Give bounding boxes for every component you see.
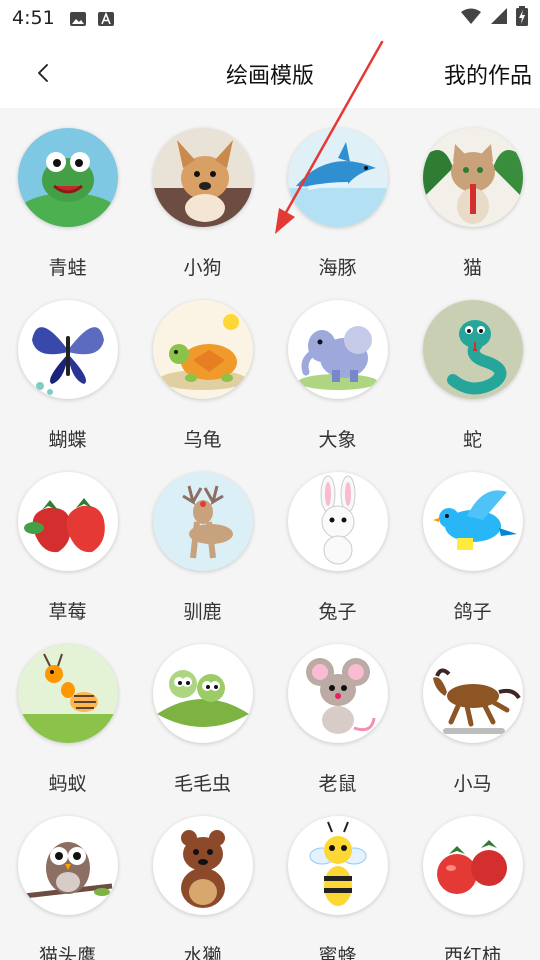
template-label: 小狗 <box>183 257 222 279</box>
template-item[interactable]: 蛇 <box>405 280 540 452</box>
template-label: 毛毛虫 <box>173 773 231 795</box>
tomato-icon <box>422 816 523 915</box>
snake-icon <box>422 300 523 399</box>
template-item[interactable]: 猫 <box>405 108 540 280</box>
my-works-button[interactable]: 我的作品 <box>444 58 532 90</box>
template-label: 海豚 <box>318 257 357 279</box>
template-label: 蚂蚁 <box>48 773 87 795</box>
template-label: 蜜蜂 <box>318 945 357 960</box>
template-item[interactable]: 老鼠 <box>270 624 405 796</box>
pigeon-icon <box>422 472 523 571</box>
caterpillar-icon <box>152 644 253 743</box>
rabbit-icon <box>287 472 388 571</box>
status-bar: 4:51 <box>0 0 540 36</box>
bee-icon <box>287 816 388 915</box>
template-item[interactable]: 蝴蝶 <box>0 280 135 452</box>
chevron-left-icon <box>38 64 48 82</box>
status-time: 4:51 <box>12 7 55 29</box>
template-label: 草莓 <box>48 601 87 623</box>
template-item[interactable]: 兔子 <box>270 452 405 624</box>
template-item[interactable]: 鸽子 <box>405 452 540 624</box>
template-item[interactable]: 水獭 <box>135 796 270 960</box>
owl-icon <box>17 816 118 915</box>
wifi-icon <box>460 7 482 30</box>
back-button[interactable] <box>28 58 58 88</box>
template-label: 猫头鹰 <box>38 945 96 960</box>
template-label: 西红柿 <box>443 945 501 960</box>
mouse-icon <box>287 644 388 743</box>
template-label: 驯鹿 <box>183 601 222 623</box>
template-item[interactable]: 海豚 <box>270 108 405 280</box>
image-icon <box>69 10 87 26</box>
signal-icon <box>490 7 508 30</box>
template-item[interactable]: 猫头鹰 <box>0 796 135 960</box>
template-grid[interactable]: 青蛙 小狗 海豚 猫 蝴蝶 乌龟 大象 蛇 草莓 驯鹿 兔子 鸽子 蚂蚁 毛毛虫… <box>0 108 540 960</box>
template-item[interactable]: 小马 <box>405 624 540 796</box>
template-label: 大象 <box>318 429 357 451</box>
template-item[interactable]: 毛毛虫 <box>135 624 270 796</box>
template-label: 老鼠 <box>318 773 357 795</box>
otter-icon <box>152 816 253 915</box>
horse-icon <box>422 644 523 743</box>
template-label: 鸽子 <box>453 601 492 623</box>
template-item[interactable]: 小狗 <box>135 108 270 280</box>
strawberry-icon <box>17 472 118 571</box>
template-item[interactable]: 驯鹿 <box>135 452 270 624</box>
template-item[interactable]: 大象 <box>270 280 405 452</box>
template-label: 水獭 <box>183 945 222 960</box>
template-item[interactable]: 西红柿 <box>405 796 540 960</box>
template-item[interactable]: 青蛙 <box>0 108 135 280</box>
turtle-icon <box>152 300 253 399</box>
template-label: 小马 <box>453 773 492 795</box>
font-a-icon <box>97 10 115 26</box>
template-item[interactable]: 草莓 <box>0 452 135 624</box>
reindeer-icon <box>152 472 253 571</box>
template-label: 青蛙 <box>48 257 87 279</box>
dolphin-icon <box>287 128 388 227</box>
template-label: 乌龟 <box>183 429 222 451</box>
battery-charging-icon <box>516 5 528 31</box>
dog-icon <box>152 128 253 227</box>
template-item[interactable]: 蚂蚁 <box>0 624 135 796</box>
template-label: 猫 <box>462 257 482 279</box>
cat-icon <box>422 128 523 227</box>
elephant-icon <box>287 300 388 399</box>
template-label: 蝴蝶 <box>48 429 87 451</box>
template-label: 兔子 <box>318 601 357 623</box>
template-item[interactable]: 蜜蜂 <box>270 796 405 960</box>
butterfly-icon <box>17 300 118 399</box>
template-label: 蛇 <box>462 429 482 451</box>
frog-icon <box>17 128 118 227</box>
app-header: 绘画模版 我的作品 <box>0 36 540 108</box>
template-item[interactable]: 乌龟 <box>135 280 270 452</box>
ant-icon <box>17 644 118 743</box>
